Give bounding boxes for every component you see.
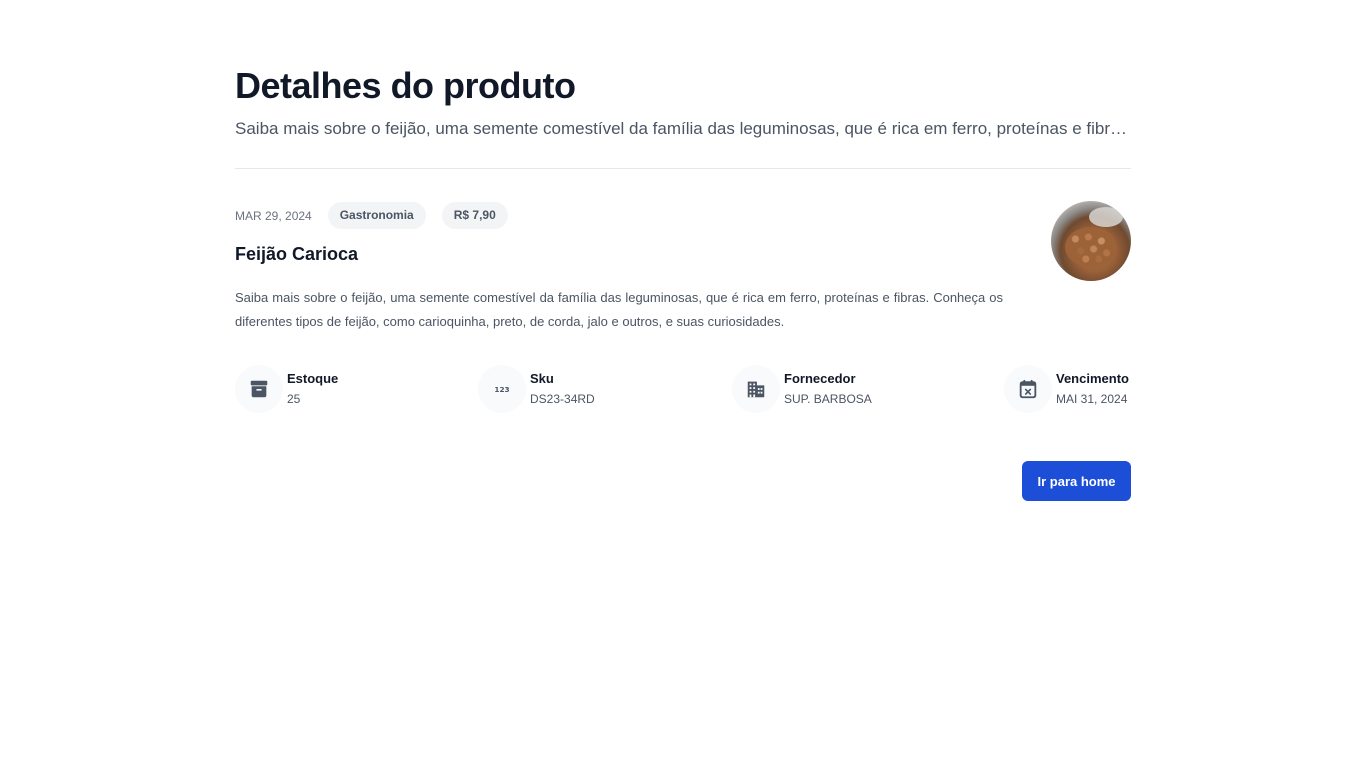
product-image-beans	[1065, 227, 1117, 267]
divider	[235, 168, 1131, 169]
product-name: Feijão Carioca	[235, 244, 359, 264]
stat-value: MAI 31, 2024	[1056, 392, 1128, 406]
product-image	[1051, 201, 1131, 281]
stat-stock: Estoque 25	[235, 365, 338, 413]
price-badge: R$ 7,90	[441, 202, 508, 229]
stat-label: Estoque	[287, 371, 339, 386]
stat-label: Vencimento	[1056, 371, 1129, 386]
page-title: Detalhes do produto	[235, 65, 576, 106]
stat-value: 25	[287, 392, 301, 406]
stat-label: Fornecedor	[784, 371, 856, 386]
numbers-123-icon: 123	[478, 365, 526, 413]
stat-expiration: Vencimento MAI 31, 2024	[1004, 365, 1129, 413]
archive-box-icon	[235, 365, 283, 413]
stat-value: SUP. BARBOSA	[784, 392, 872, 406]
product-meta: MAR 29, 2024 Gastronomia R$ 7,90	[235, 202, 524, 229]
stat-supplier: Fornecedor SUP. BARBOSA	[732, 365, 872, 413]
stat-label: Sku	[530, 371, 554, 386]
product-image-spoon	[1089, 207, 1123, 227]
product-date: MAR 29, 2024	[235, 208, 312, 223]
category-badge: Gastronomia	[327, 202, 426, 229]
page-subtitle: Saiba mais sobre o feijão, uma semente c…	[235, 119, 1131, 138]
product-description: Saiba mais sobre o feijão, uma semente c…	[235, 290, 1003, 329]
calendar-x-icon	[1004, 365, 1052, 413]
building-icon	[732, 365, 780, 413]
go-home-button[interactable]: Ir para home	[1022, 461, 1131, 501]
stat-value: DS23-34RD	[530, 392, 595, 406]
product-stats: Estoque 25 123 Sku DS23-34RD Fornecedor …	[235, 365, 1131, 413]
svg-text:123: 123	[494, 385, 509, 394]
stat-sku: 123 Sku DS23-34RD	[478, 365, 595, 413]
